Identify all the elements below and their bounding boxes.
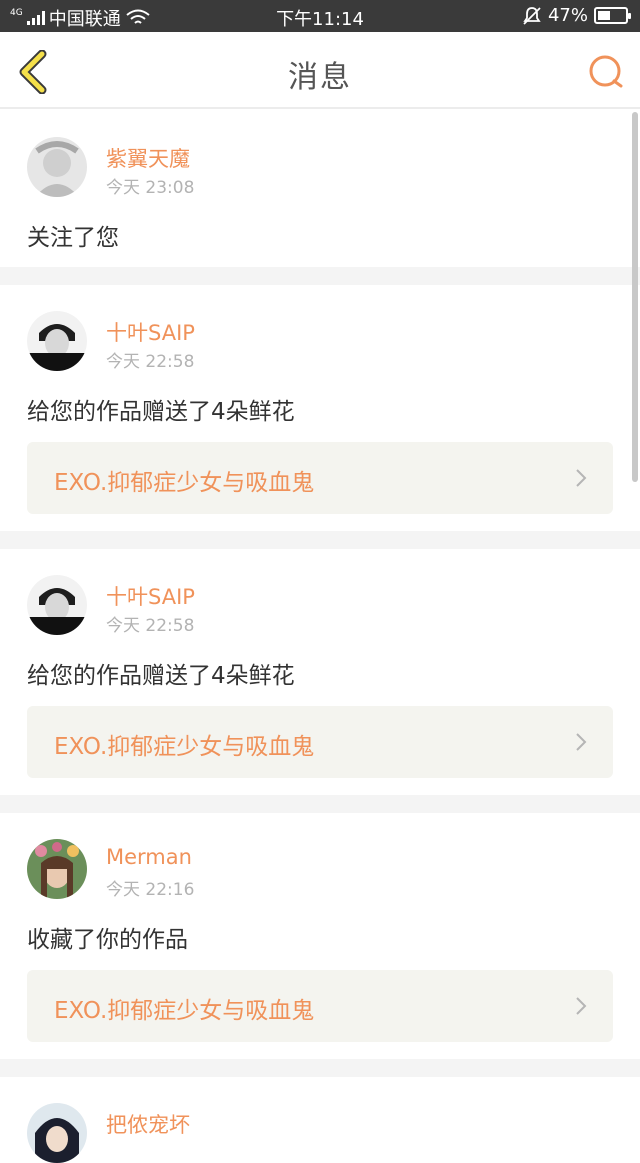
- username[interactable]: 十叶SAIP: [106, 581, 195, 611]
- avatar[interactable]: [27, 575, 87, 635]
- divider: [0, 267, 640, 285]
- timestamp: 今天 23:08: [106, 178, 195, 198]
- divider: [0, 531, 640, 549]
- chevron-right-icon: [576, 469, 587, 487]
- chevron-right-icon: [576, 733, 587, 751]
- action-text: 给您的作品赠送了4朵鲜花: [27, 663, 295, 689]
- work-link[interactable]: EXO.抑郁症少女与吸血鬼: [27, 442, 613, 514]
- search-icon: [589, 55, 623, 88]
- message-item[interactable]: 十叶SAIP 今天 22:58 给您的作品赠送了4朵鲜花 EXO.抑郁症少女与吸…: [0, 549, 640, 795]
- action-text: 收藏了你的作品: [27, 927, 188, 953]
- work-link[interactable]: EXO.抑郁症少女与吸血鬼: [27, 706, 613, 778]
- mute-bell-icon: [523, 6, 541, 25]
- battery-fill: [598, 11, 611, 20]
- chevron-right-icon: [576, 997, 587, 1015]
- avatar[interactable]: [27, 137, 87, 197]
- work-title: EXO.抑郁症少女与吸血鬼: [54, 998, 315, 1024]
- work-link[interactable]: EXO.抑郁症少女与吸血鬼: [27, 970, 613, 1042]
- timestamp: 今天 22:16: [106, 880, 195, 900]
- username[interactable]: 把侬宠坏: [106, 1109, 190, 1139]
- divider: [0, 1059, 640, 1077]
- status-bar: 4G 中国联通 下午11:14 47%: [0, 0, 640, 32]
- avatar[interactable]: [27, 839, 87, 899]
- nav-bar: 消息: [0, 32, 640, 109]
- message-item[interactable]: 紫翼天魔 今天 23:08 关注了您: [0, 111, 640, 267]
- search-button[interactable]: [586, 52, 626, 92]
- page-title: 消息: [288, 60, 352, 95]
- battery-icon: [594, 7, 631, 24]
- avatar[interactable]: [27, 311, 87, 371]
- divider: [0, 795, 640, 813]
- work-title: EXO.抑郁症少女与吸血鬼: [54, 734, 315, 760]
- scrollbar[interactable]: [632, 112, 638, 482]
- work-title: EXO.抑郁症少女与吸血鬼: [54, 470, 315, 496]
- avatar[interactable]: [27, 1103, 87, 1163]
- action-text: 给您的作品赠送了4朵鲜花: [27, 399, 295, 425]
- battery-percent: 47%: [547, 5, 588, 26]
- username[interactable]: Merman: [106, 845, 192, 869]
- timestamp: 今天 22:58: [106, 352, 195, 372]
- message-item[interactable]: 十叶SAIP 今天 22:58 给您的作品赠送了4朵鲜花 EXO.抑郁症少女与吸…: [0, 285, 640, 531]
- status-right: 47%: [522, 5, 631, 26]
- timestamp: 今天 22:58: [106, 616, 195, 636]
- action-text: 关注了您: [27, 225, 119, 251]
- username[interactable]: 紫翼天魔: [106, 143, 190, 173]
- message-list: 紫翼天魔 今天 23:08 关注了您 十叶SAIP 今天 22:58 给您的作品…: [0, 111, 640, 1163]
- message-item[interactable]: 把侬宠坏: [0, 1077, 640, 1163]
- username[interactable]: 十叶SAIP: [106, 317, 195, 347]
- message-item[interactable]: Merman 今天 22:16 收藏了你的作品 EXO.抑郁症少女与吸血鬼: [0, 813, 640, 1059]
